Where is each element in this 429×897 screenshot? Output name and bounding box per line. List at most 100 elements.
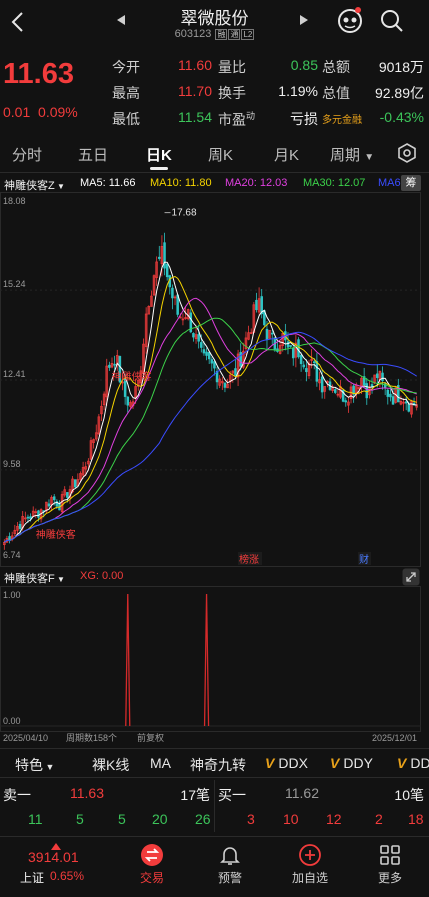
- candle-body: [18, 523, 22, 529]
- tool-ddx[interactable]: V DDX: [265, 755, 308, 771]
- candle-body: [320, 376, 324, 393]
- candle-body: [205, 351, 208, 356]
- high-value: 11.70: [178, 83, 212, 99]
- candle-body: [171, 287, 174, 299]
- candle-body: [255, 299, 258, 311]
- tool-naked-k[interactable]: 裸K线: [92, 755, 129, 775]
- indicator-select[interactable]: 神雕侠客Z ▼: [4, 177, 65, 193]
- event-tag: 财: [359, 553, 369, 566]
- candle-body: [302, 364, 306, 368]
- tool-magic-nine[interactable]: 神奇九转: [190, 755, 246, 775]
- candle-body: [192, 333, 195, 338]
- candle-body: [344, 400, 348, 403]
- pe-label: 市盈动: [218, 111, 256, 128]
- kline-chart[interactable]: 18.0815.2412.419.586.7417.68神雕侠客神雕侠客榜涨财: [0, 192, 429, 568]
- candle-body: [376, 373, 379, 379]
- volume-ratio-label: 量比: [218, 59, 246, 75]
- order-book-divider: [214, 780, 215, 832]
- amount-value: 9018万: [378, 59, 424, 75]
- bell-icon: [220, 847, 240, 865]
- candle-body: [386, 389, 390, 397]
- kline-axis-label: 12.41: [3, 369, 26, 379]
- tag-connect: 通: [228, 28, 241, 40]
- grid-icon: [380, 845, 400, 865]
- triangle-right-icon[interactable]: [300, 15, 308, 25]
- low-value: 11.54: [178, 109, 212, 125]
- tool-dd[interactable]: V DD: [397, 755, 429, 771]
- tab-daily-k[interactable]: 日K: [146, 144, 172, 165]
- search-icon[interactable]: [380, 9, 404, 33]
- sell-count: 5: [118, 811, 126, 827]
- tag-l2: L2: [241, 28, 255, 40]
- sell-count: 11: [28, 811, 43, 827]
- tab-period[interactable]: 周期 ▼: [330, 144, 374, 165]
- candle-body: [286, 341, 290, 348]
- buy-label: 买一: [218, 787, 246, 803]
- ma20-line: [3, 297, 417, 543]
- stock-name: 翠微股份: [180, 9, 249, 28]
- tab-five-day[interactable]: 五日: [78, 144, 108, 165]
- candle-body: [381, 372, 384, 382]
- bottom-nav: 3914.01 上证 0.65% 交易 预警 加自选 更多: [0, 836, 429, 897]
- nav-add-watchlist[interactable]: 加自选: [280, 837, 340, 886]
- candle-body: [315, 361, 319, 382]
- pe-value: 亏损: [290, 111, 318, 127]
- assistant-robot-icon[interactable]: [336, 6, 364, 36]
- candle-body: [265, 328, 269, 341]
- plus-circle-icon: [299, 844, 321, 866]
- triangle-down-icon: ▼: [43, 762, 55, 772]
- tool-ma[interactable]: MA: [150, 755, 171, 771]
- subchart-footer-label: 2025/12/01: [372, 733, 417, 743]
- hexagon-settings-icon[interactable]: [396, 142, 418, 164]
- candle-body: [404, 401, 408, 404]
- candle-body: [197, 334, 200, 342]
- tab-intraday[interactable]: 分时: [12, 144, 42, 165]
- sub-indicator-chart[interactable]: 1.00 0.00 2025/04/10 周期数158个 前复权 2025/12/01: [0, 586, 429, 746]
- nav-alert[interactable]: 预警: [200, 837, 260, 886]
- signal-label: 神雕侠客: [36, 528, 76, 541]
- triangle-down-icon: ▼: [364, 152, 375, 163]
- chip-distribution-button[interactable]: 筹: [401, 175, 421, 191]
- vip-icon: V: [265, 755, 275, 771]
- open-value: 11.60: [178, 57, 212, 73]
- sector-label[interactable]: 多元金融: [322, 111, 362, 126]
- nav-more[interactable]: 更多: [360, 837, 420, 886]
- candle-body: [66, 492, 69, 498]
- candle-body: [52, 496, 56, 501]
- candle-body: [73, 479, 77, 488]
- period-tabs: 分时 五日 日K 周K 月K 周期 ▼: [0, 136, 429, 173]
- ma20-value: MA20: 12.03: [225, 177, 288, 189]
- subchart-frame: [0, 586, 421, 732]
- nav-trade[interactable]: 交易: [122, 837, 182, 886]
- candle-body: [407, 403, 411, 412]
- ma5-line: [3, 261, 417, 543]
- candle-body: [207, 352, 211, 360]
- feature-dropdown[interactable]: 特色 ▼: [15, 755, 54, 775]
- tab-weekly-k[interactable]: 周K: [208, 144, 233, 165]
- xg-value: XG: 0.00: [80, 570, 124, 582]
- candle-body: [200, 342, 203, 348]
- candle-body: [37, 510, 40, 518]
- sell-price: 11.63: [70, 785, 104, 801]
- candle-body: [223, 382, 227, 388]
- sell-count: 26: [195, 811, 211, 827]
- kline-axis-label: 18.08: [3, 196, 26, 206]
- xg-signal-spike: [203, 593, 210, 727]
- index-ticker[interactable]: 3914.01 上证 0.65%: [0, 837, 108, 897]
- candle-body: [289, 345, 292, 347]
- index-value: 3914.01: [28, 849, 79, 865]
- expand-icon[interactable]: [402, 568, 420, 586]
- trade-icon: [141, 844, 163, 866]
- sub-indicator-select[interactable]: 神雕侠客F ▼: [4, 570, 65, 586]
- sell-count: 20: [152, 811, 168, 827]
- tab-monthly-k[interactable]: 月K: [274, 144, 299, 165]
- kline-axis-label: 9.58: [3, 459, 21, 469]
- candle-body: [47, 503, 51, 507]
- quote-change: 0.01 0.09%: [3, 104, 78, 120]
- volume-ratio-value: 0.85: [290, 57, 318, 73]
- candle-body: [270, 332, 274, 335]
- candle-body: [389, 393, 392, 398]
- candle-body: [299, 355, 303, 365]
- tool-ddy[interactable]: V DDY: [330, 755, 373, 771]
- change-pct: 0.09%: [38, 104, 78, 120]
